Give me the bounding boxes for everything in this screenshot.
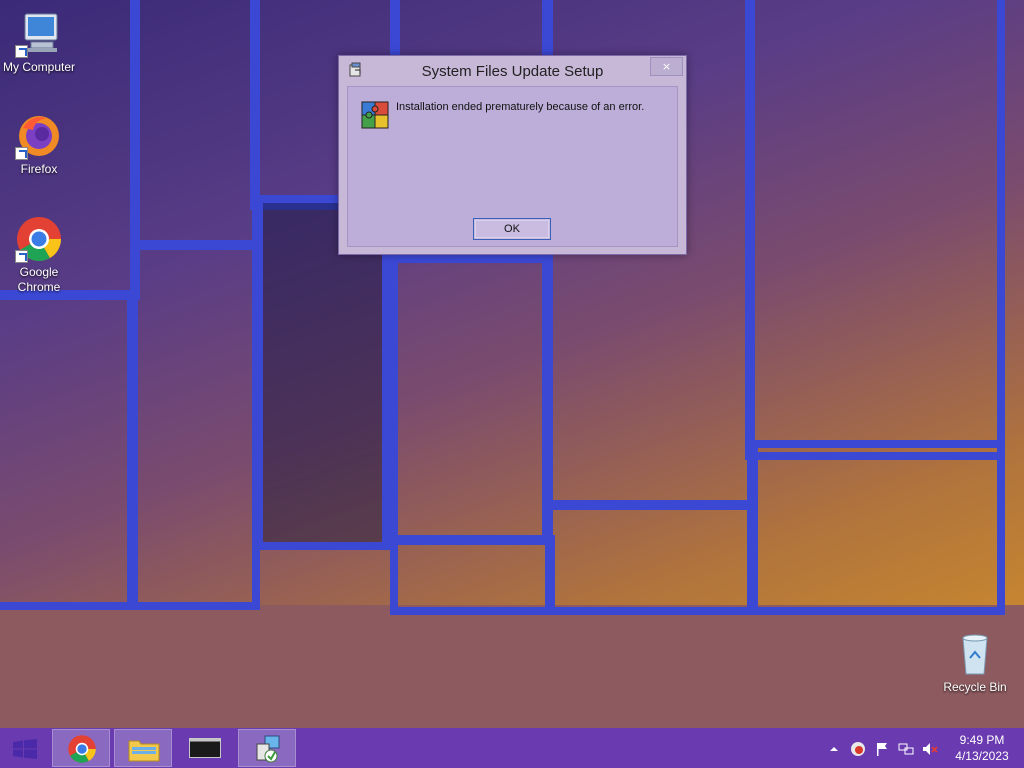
ok-button[interactable]: OK xyxy=(473,218,551,240)
clock-date: 4/13/2023 xyxy=(955,749,1009,763)
wallpaper-frame xyxy=(390,535,555,615)
desktop: My Computer Firefox Google Chrome Recycl… xyxy=(0,0,1024,728)
close-button[interactable]: × xyxy=(650,57,683,76)
taskbar-file-explorer-button[interactable] xyxy=(114,729,172,767)
taskbar-setup-button[interactable] xyxy=(238,729,296,767)
shortcut-arrow-icon xyxy=(15,250,28,263)
start-button[interactable] xyxy=(0,729,50,767)
desktop-icon-google-chrome[interactable]: Google Chrome xyxy=(0,215,78,295)
chrome-icon xyxy=(67,734,97,764)
installer-puzzle-icon xyxy=(361,101,389,129)
wallpaper-frame xyxy=(390,255,550,545)
wallpaper-frame xyxy=(130,240,260,610)
folder-icon xyxy=(128,736,160,762)
desktop-icon-label: Recycle Bin xyxy=(943,680,1007,694)
taskbar: 9:49 PM 4/13/2023 xyxy=(0,728,1024,768)
computer-icon xyxy=(15,10,63,58)
dialog-titlebar[interactable]: System Files Update Setup × xyxy=(339,56,686,86)
show-hidden-icons-button[interactable] xyxy=(826,741,842,757)
system-clock[interactable]: 9:49 PM 4/13/2023 xyxy=(948,732,1016,764)
shortcut-arrow-icon xyxy=(15,147,28,160)
wallpaper-frame xyxy=(750,440,1005,615)
dialog-title: System Files Update Setup xyxy=(421,63,604,80)
desktop-icon-my-computer[interactable]: My Computer xyxy=(0,10,78,75)
dialog-content: Installation ended prematurely because o… xyxy=(347,86,678,247)
setup-dialog: System Files Update Setup × Installation… xyxy=(338,55,687,255)
desktop-icon-firefox[interactable]: Firefox xyxy=(0,112,78,177)
recycle-bin-icon xyxy=(951,630,999,678)
wallpaper-frame xyxy=(130,0,260,250)
windows-logo-icon xyxy=(13,739,37,759)
error-message: Installation ended prematurely because o… xyxy=(396,101,645,113)
terminal-icon xyxy=(189,738,221,758)
shortcut-arrow-icon xyxy=(15,45,28,58)
wallpaper-frame xyxy=(545,500,755,615)
volume-muted-icon[interactable] xyxy=(922,741,938,757)
desktop-icon-recycle-bin[interactable]: Recycle Bin xyxy=(936,630,1014,695)
desktop-icon-label: Firefox xyxy=(20,162,58,176)
chrome-icon xyxy=(15,215,63,263)
taskbar-chrome-button[interactable] xyxy=(52,729,110,767)
clock-time: 9:49 PM xyxy=(959,733,1005,747)
firefox-icon xyxy=(15,112,63,160)
network-icon[interactable] xyxy=(898,741,914,757)
action-center-flag-icon[interactable] xyxy=(874,741,890,757)
wallpaper-frame xyxy=(0,290,135,610)
desktop-icon-label: My Computer xyxy=(2,60,76,74)
desktop-icon-label: Google Chrome xyxy=(17,265,61,294)
setup-icon xyxy=(253,734,283,764)
security-icon[interactable] xyxy=(850,741,866,757)
wallpaper-frame xyxy=(745,0,1005,460)
taskbar-command-prompt-button[interactable] xyxy=(176,729,234,767)
